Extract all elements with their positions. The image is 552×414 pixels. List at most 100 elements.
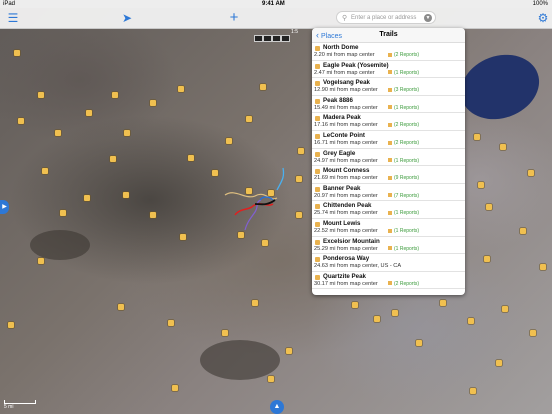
trail-list-item[interactable]: Peak 8886 15.49 mi from map center (1 Repo…: [312, 96, 465, 114]
trail-list-item[interactable]: North Dome 2.20 mi from map center (2 Repo…: [312, 43, 465, 61]
status-bar: iPad 9:41 AM 100%: [0, 0, 552, 8]
map-marker[interactable]: [478, 182, 484, 188]
clock: 9:41 AM: [262, 1, 285, 7]
location-arrow-icon[interactable]: ➤: [120, 11, 134, 25]
map-marker[interactable]: [470, 388, 476, 394]
trail-icon: [315, 257, 320, 263]
map-marker[interactable]: [86, 110, 92, 116]
map-marker[interactable]: [484, 256, 490, 262]
map-marker[interactable]: [260, 84, 266, 90]
map-marker[interactable]: [123, 192, 129, 198]
map-marker[interactable]: [252, 300, 258, 306]
trail-list-item[interactable]: Vogelsang Peak 12.90 mi from map center (3…: [312, 78, 465, 96]
trail-icon: [315, 274, 320, 280]
map-marker[interactable]: [268, 376, 274, 382]
trail-list-item[interactable]: Mount Lewis 22.52 mi from map center (1 Re…: [312, 219, 465, 237]
trail-list-item[interactable]: Eagle Peak (Yosemite) 2.47 mi from map ce…: [312, 61, 465, 79]
map-marker[interactable]: [38, 258, 44, 264]
trail-lines: [224, 167, 285, 231]
bottom-drawer-button[interactable]: ▲: [270, 400, 284, 414]
map-marker[interactable]: [124, 130, 130, 136]
map-marker[interactable]: [496, 360, 502, 366]
chevron-down-icon[interactable]: ▼: [424, 14, 432, 22]
trail-reports: (1 Reports): [388, 246, 419, 252]
search-input[interactable]: ⚲ Enter a place or address ▼: [336, 11, 436, 24]
trail-reports: (7 Reports): [388, 193, 419, 199]
trail-distance: 24.63 mi from map center, US - CA: [314, 263, 402, 270]
map-marker[interactable]: [502, 306, 508, 312]
report-icon: [388, 211, 392, 216]
map-marker[interactable]: [520, 228, 526, 234]
trail-list-item[interactable]: Ponderosa Way 24.63 mi from map center, U…: [312, 254, 465, 272]
trail-reports: (1 Reports): [388, 158, 419, 164]
map-marker[interactable]: [468, 318, 474, 324]
trail-distance: 17.16 mi from map center: [314, 122, 378, 129]
map-marker[interactable]: [268, 190, 274, 196]
map-marker[interactable]: [112, 92, 118, 98]
map-marker[interactable]: [172, 385, 178, 391]
map-marker[interactable]: [296, 212, 302, 218]
map-marker[interactable]: [38, 92, 44, 98]
map-marker[interactable]: [246, 188, 252, 194]
trail-reports: (1 Reports): [388, 210, 419, 216]
map-marker[interactable]: [298, 148, 304, 154]
trail-name: LeConte Point: [323, 131, 365, 139]
map-marker[interactable]: [246, 116, 252, 122]
map-marker[interactable]: [392, 310, 398, 316]
gear-icon[interactable]: ⚙: [536, 11, 550, 25]
trail-list-item[interactable]: Quartzite Peak 30.17 mi from map center (2…: [312, 272, 465, 290]
map-marker[interactable]: [18, 118, 24, 124]
map-marker[interactable]: [416, 340, 422, 346]
trail-distance: 25.29 mi from map center: [314, 245, 378, 252]
map-marker[interactable]: [262, 240, 268, 246]
map-marker[interactable]: [84, 195, 90, 201]
plus-icon[interactable]: +: [227, 10, 241, 25]
map-marker[interactable]: [238, 232, 244, 238]
trail-reports: (9 Reports): [388, 175, 419, 181]
map-marker[interactable]: [55, 130, 61, 136]
map-marker[interactable]: [222, 330, 228, 336]
map-marker[interactable]: [178, 86, 184, 92]
map-marker[interactable]: [110, 156, 116, 162]
trail-list-item[interactable]: Madera Peak 17.16 mi from map center (2 Re…: [312, 113, 465, 131]
trail-name: Madera Peak: [323, 114, 361, 122]
map-marker[interactable]: [188, 155, 194, 161]
map-marker[interactable]: [150, 100, 156, 106]
map-marker[interactable]: [352, 302, 358, 308]
trail-distance: 25.74 mi from map center: [314, 210, 378, 217]
map-marker[interactable]: [530, 330, 536, 336]
trail-list-item[interactable]: Mount Conness 21.69 mi from map center (9 …: [312, 166, 465, 184]
map-marker[interactable]: [60, 210, 66, 216]
trail-list-item[interactable]: Banner Peak 20.97 mi from map center (7 Re…: [312, 184, 465, 202]
map-marker[interactable]: [168, 320, 174, 326]
map-marker[interactable]: [286, 348, 292, 354]
map-marker[interactable]: [486, 204, 492, 210]
trail-list-item[interactable]: Grey Eagle 24.97 mi from map center (1 Rep…: [312, 149, 465, 167]
report-icon: [388, 193, 392, 198]
trail-name: Mount Conness: [323, 167, 370, 175]
trail-name: Banner Peak: [323, 184, 361, 192]
trail-reports: (1 Reports): [388, 228, 419, 234]
trail-icon: [315, 169, 320, 175]
map-marker[interactable]: [8, 322, 14, 328]
map-marker[interactable]: [42, 168, 48, 174]
map-marker[interactable]: [374, 316, 380, 322]
map-marker[interactable]: [118, 304, 124, 310]
trail-icon: [315, 151, 320, 157]
map-marker[interactable]: [296, 176, 302, 182]
trail-list-item[interactable]: Chittenden Peak 25.74 mi from map center (…: [312, 201, 465, 219]
map-marker[interactable]: [212, 170, 218, 176]
layers-icon[interactable]: ☰: [6, 11, 20, 25]
map-marker[interactable]: [14, 50, 20, 56]
trail-list-item[interactable]: LeConte Point 16.71 mi from map center (2 …: [312, 131, 465, 149]
map-view[interactable]: 1:5 ▶ ▲ 5 mi: [0, 0, 552, 414]
map-marker[interactable]: [180, 234, 186, 240]
map-marker[interactable]: [474, 134, 480, 140]
map-marker[interactable]: [500, 144, 506, 150]
map-marker[interactable]: [150, 212, 156, 218]
map-marker[interactable]: [440, 300, 446, 306]
map-marker[interactable]: [528, 170, 534, 176]
trail-list-item[interactable]: Excelsior Mountain 25.29 mi from map cent…: [312, 237, 465, 255]
map-marker[interactable]: [540, 264, 546, 270]
map-marker[interactable]: [226, 138, 232, 144]
